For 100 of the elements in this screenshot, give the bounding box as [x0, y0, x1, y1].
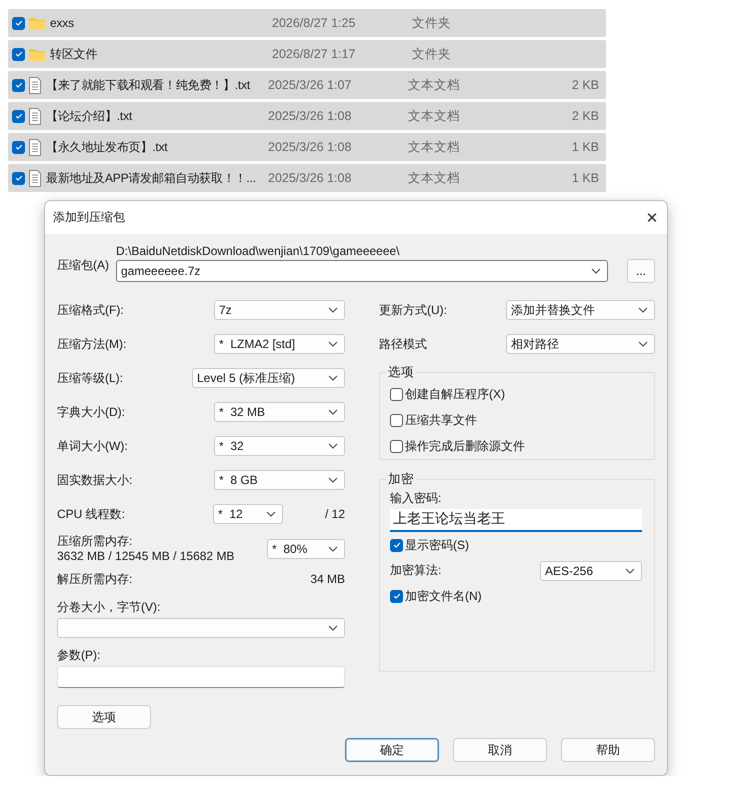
- chevron-icon: [328, 546, 338, 552]
- file-name: 【来了就能下载和观看！纯免费！】.txt: [46, 76, 252, 94]
- file-name: 最新地址及APP请发邮箱自动获取！！...: [46, 170, 257, 186]
- file-name: 【永久地址发布页】.txt: [46, 138, 168, 156]
- dropdown[interactable]: * 12: [212, 504, 283, 524]
- document-icon: [28, 138, 42, 156]
- checkbox[interactable]: [390, 590, 403, 602]
- field-label: 压缩包(A): [57, 257, 110, 274]
- dropdown[interactable]: 相对路径: [506, 334, 655, 354]
- document-icon: [28, 108, 42, 124]
- file-type: 文本文档: [408, 138, 461, 156]
- group-title: 加密: [387, 471, 415, 488]
- checkmark-icon: [14, 18, 24, 28]
- field-label: 路径模式: [379, 336, 427, 352]
- chevron-icon: [328, 625, 338, 631]
- dialog-button[interactable]: 取消: [453, 738, 547, 762]
- dropdown[interactable]: * LZMA2 [std]: [214, 334, 345, 354]
- chevron-icon: [625, 568, 635, 574]
- dropdown[interactable]: AES-256: [540, 560, 642, 580]
- file-size: 2 KB: [570, 78, 599, 92]
- file-type: 文件夹: [412, 14, 452, 32]
- chevron-icon: [328, 409, 338, 415]
- checkmark-icon: [14, 173, 24, 183]
- memory-reading: 34 MB: [310, 572, 345, 586]
- checkbox-label[interactable]: 创建自解压程序(X): [405, 386, 505, 402]
- field-label: 单词大小(W):: [57, 438, 128, 454]
- document-icon: [28, 76, 42, 94]
- checkbox-label[interactable]: 显示密码(S): [405, 536, 469, 554]
- file-date: 2025/3/26 1:08: [268, 171, 352, 185]
- field-label: 压缩方法(M):: [57, 336, 126, 352]
- checkbox[interactable]: [12, 110, 25, 122]
- file-size: 1 KB: [570, 140, 599, 154]
- chevron-icon: [591, 268, 601, 274]
- chevron-icon: [266, 511, 276, 517]
- field-label: 更新方式(U):: [379, 302, 447, 318]
- dropdown[interactable]: * 80%: [267, 539, 345, 559]
- field-label: 压缩所需内存:: [57, 534, 134, 549]
- field-label: 输入密码:: [390, 490, 442, 506]
- file-type: 文本文档: [408, 108, 461, 124]
- parameters-field[interactable]: [57, 666, 345, 688]
- dropdown[interactable]: Level 5 (标准压缩): [192, 368, 345, 388]
- checkbox[interactable]: [390, 440, 403, 452]
- chevron-icon: [328, 443, 338, 449]
- file-row[interactable]: 转区文件 2026/8/27 1:17 文件夹: [8, 40, 606, 68]
- file-date: 2025/3/26 1:08: [268, 140, 352, 154]
- archive-path: D:\BaiduNetdiskDownload\wenjian\1709\gameeeeee\: [116, 243, 401, 259]
- dropdown[interactable]: 7z: [214, 300, 345, 320]
- folder-icon: [28, 46, 46, 62]
- field-label: 压缩格式(F):: [57, 302, 124, 318]
- chevron-icon: [328, 307, 338, 313]
- close-button[interactable]: ✕: [637, 208, 667, 226]
- checkbox[interactable]: [390, 414, 403, 426]
- checkbox[interactable]: [12, 172, 25, 184]
- checkbox[interactable]: [12, 78, 25, 92]
- field-label: 参数(P):: [57, 647, 102, 663]
- field-label: 固实数据大小:: [57, 472, 132, 488]
- options-button[interactable]: 选项: [57, 705, 151, 729]
- checkbox[interactable]: [390, 388, 403, 400]
- file-row[interactable]: 【永久地址发布页】.txt 2025/3/26 1:08 文本文档 1 KB: [8, 133, 606, 161]
- field-label: 解压所需内存:: [57, 570, 132, 588]
- checkmark-icon: [14, 80, 24, 90]
- file-row[interactable]: 【论坛介绍】.txt 2025/3/26 1:08 文本文档 2 KB: [8, 102, 606, 130]
- checkbox[interactable]: [390, 538, 403, 552]
- checkmark-icon: [14, 111, 24, 121]
- file-row[interactable]: 最新地址及APP请发邮箱自动获取！！... 2025/3/26 1:08 文本文档 1 KB: [8, 164, 606, 192]
- checkmark-icon: [392, 540, 402, 550]
- file-size: 2 KB: [570, 109, 599, 123]
- field-label: 字典大小(D):: [57, 404, 125, 420]
- file-row[interactable]: exxs 2026/8/27 1:25 文件夹: [8, 9, 606, 37]
- folder-icon: [28, 16, 46, 30]
- password-field[interactable]: 上老王论坛当老王: [390, 509, 642, 532]
- field-label: 分卷大小，字节(V):: [57, 599, 162, 615]
- checkbox[interactable]: [12, 48, 25, 60]
- checkbox[interactable]: [12, 140, 25, 154]
- chevron-icon: [328, 477, 338, 483]
- file-date: 2025/3/26 1:08: [268, 109, 352, 123]
- checkmark-icon: [392, 591, 402, 601]
- document-icon: [28, 170, 42, 186]
- dropdown[interactable]: 添加并替换文件: [506, 300, 655, 320]
- browse-button[interactable]: ...: [627, 259, 655, 283]
- dropdown[interactable]: * 32 MB: [214, 402, 345, 422]
- file-size: 1 KB: [570, 171, 599, 185]
- chevron-icon: [328, 341, 338, 347]
- group-title: 选项: [387, 364, 415, 381]
- file-type: 文本文档: [408, 76, 461, 94]
- checkbox-label[interactable]: 操作完成后删除源文件: [405, 438, 525, 454]
- file-date: 2025/3/26 1:07: [268, 78, 352, 92]
- field-label: 加密算法:: [390, 562, 442, 579]
- checkbox[interactable]: [12, 16, 25, 30]
- thread-total: / 12: [324, 507, 345, 521]
- dialog-button[interactable]: 帮助: [561, 738, 655, 762]
- dropdown[interactable]: * 32: [214, 436, 345, 456]
- archive-name-field[interactable]: gameeeeee.7z: [116, 260, 608, 282]
- file-row[interactable]: 【来了就能下载和观看！纯免费！】.txt 2025/3/26 1:07 文本文档 2 KB: [8, 71, 606, 99]
- checkbox-label[interactable]: 压缩共享文件: [405, 412, 477, 428]
- dropdown[interactable]: * 8 GB: [214, 470, 345, 490]
- dialog-button[interactable]: 确定: [345, 738, 439, 762]
- checkbox-label[interactable]: 加密文件名(N): [405, 588, 482, 604]
- file-name: 【论坛介绍】.txt: [46, 108, 134, 124]
- file-date: 2026/8/27 1:25: [272, 16, 356, 30]
